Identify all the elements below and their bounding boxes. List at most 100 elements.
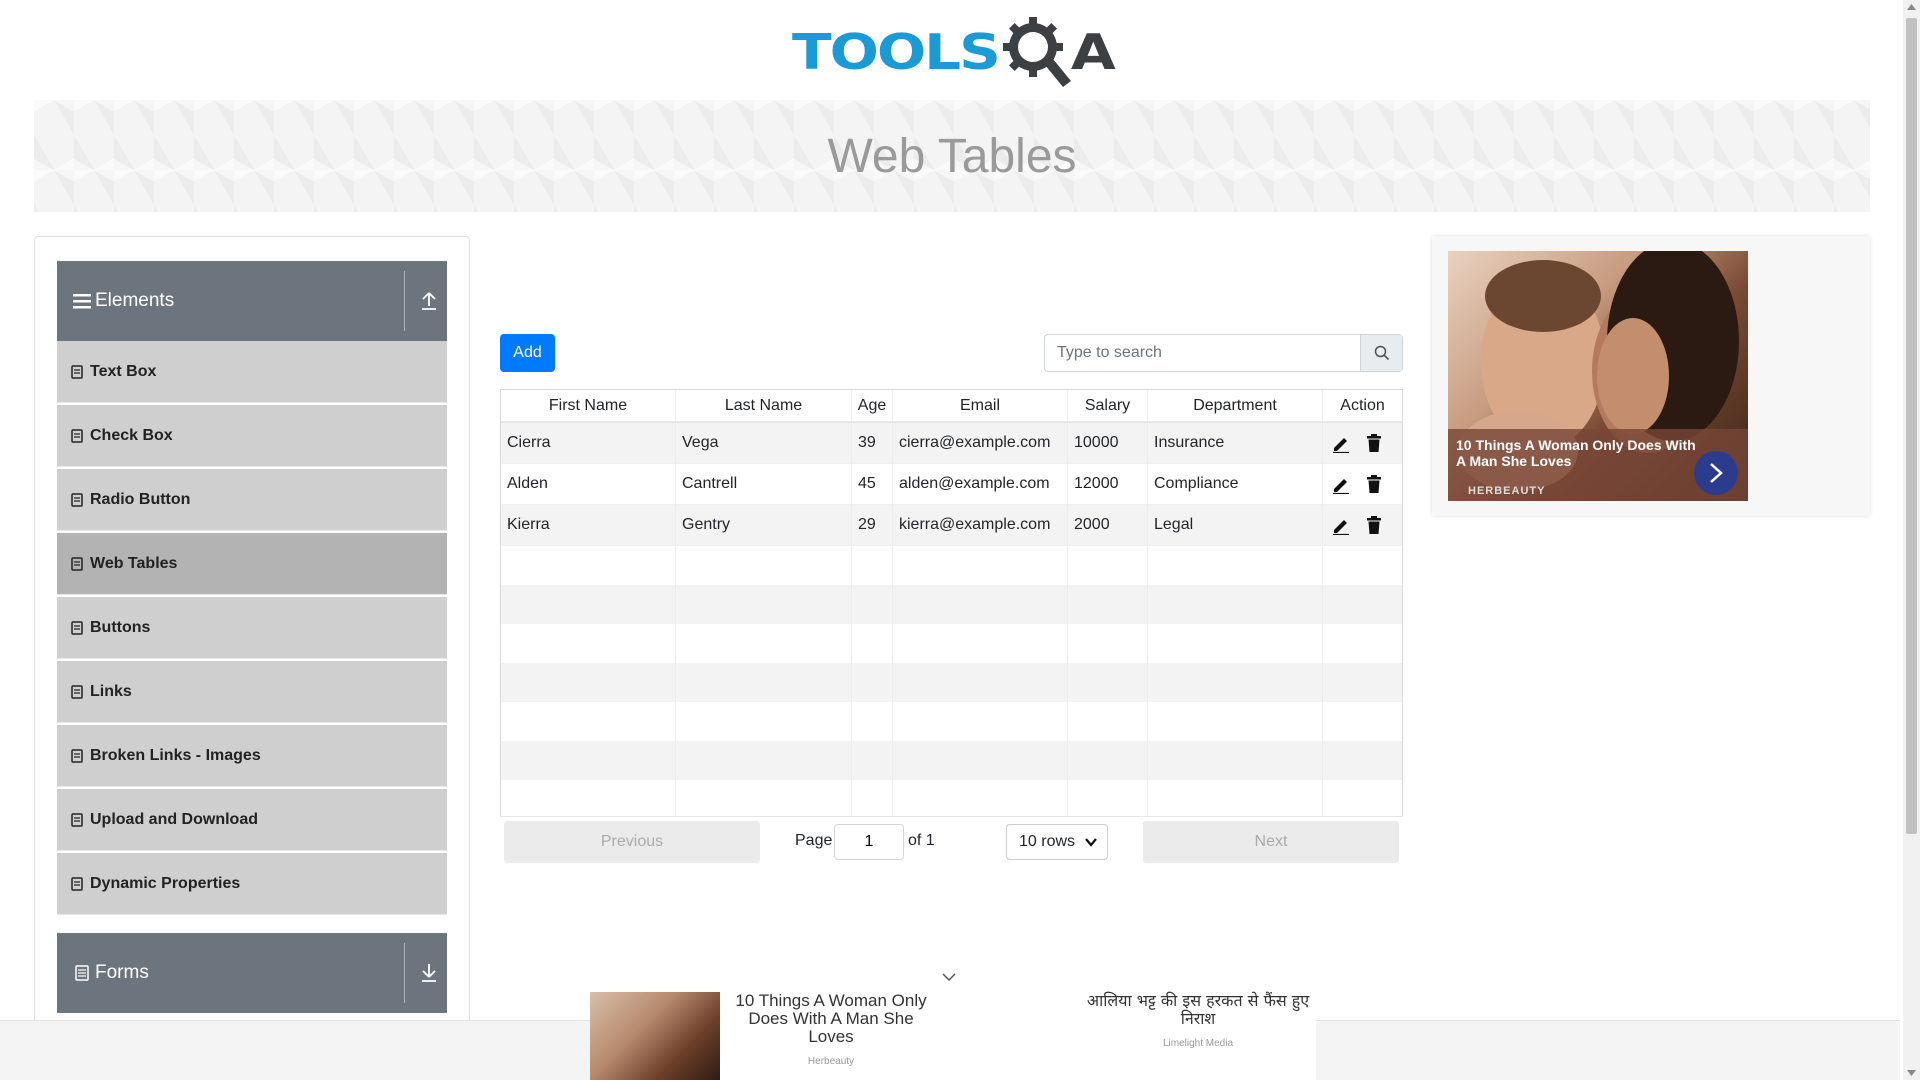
column-header-salary[interactable]: Salary [1068, 390, 1148, 421]
item-icon [71, 556, 83, 571]
upload-arrow-icon[interactable] [419, 289, 439, 311]
sidebar-item-label: Dynamic Properties [90, 874, 241, 892]
cell-department: Legal [1148, 505, 1323, 545]
cell-salary: 12000 [1068, 464, 1148, 504]
sidebar-item-label: Broken Links - Images [90, 746, 261, 764]
sidebar-item-label: Radio Button [90, 490, 191, 508]
sidebar-item-dynamic-properties[interactable]: Dynamic Properties [57, 853, 447, 915]
page-number-input[interactable] [834, 824, 904, 860]
cell-last-name: Gentry [676, 505, 852, 545]
bottom-ad-brand: Herbeauty [807, 1056, 855, 1067]
sidebar-item-label: Buttons [90, 618, 151, 636]
sidebar-item-label: Upload and Download [90, 810, 258, 828]
edit-icon[interactable] [1331, 433, 1351, 453]
sidebar-item-buttons[interactable]: Buttons [57, 597, 447, 659]
scrollbar-thumb[interactable] [1906, 18, 1917, 834]
sidebar-item-broken-links[interactable]: Broken Links - Images [57, 725, 447, 787]
column-header-department[interactable]: Department [1148, 390, 1323, 421]
empty-row [501, 585, 1402, 624]
rows-per-page-select[interactable]: 10 rows [1006, 824, 1108, 860]
column-header-action[interactable]: Action [1323, 390, 1402, 421]
group-header-elements[interactable]: Elements [57, 261, 447, 341]
page-total: of 1 [908, 832, 935, 849]
column-header-last-name[interactable]: Last Name [676, 390, 852, 421]
column-header-first-name[interactable]: First Name [501, 390, 676, 421]
next-button[interactable]: Next [1143, 821, 1399, 863]
delete-icon[interactable] [1365, 515, 1383, 535]
sidebar-item-links[interactable]: Links [57, 661, 447, 723]
column-header-age[interactable]: Age [852, 390, 893, 421]
sidebar-item-radio-button[interactable]: Radio Button [57, 469, 447, 531]
logo-text-a: A [1070, 23, 1116, 81]
sidebar-item-label: Check Box [90, 426, 173, 444]
item-icon [71, 620, 83, 635]
cell-first-name: Cierra [501, 423, 676, 463]
cell-action [1323, 423, 1402, 463]
table-header: First Name Last Name Age Email Salary De… [501, 390, 1402, 423]
rows-select-value: 10 rows [1019, 833, 1076, 850]
group-header-forms[interactable]: Forms [57, 933, 447, 1013]
search-input[interactable] [1045, 335, 1360, 371]
table-row: Kierra Gentry 29 kierra@example.com 2000… [501, 505, 1402, 546]
column-header-email[interactable]: Email [893, 390, 1068, 421]
sidebar-item-upload-download[interactable]: Upload and Download [57, 789, 447, 851]
logo-text-tools: TOOLS [792, 23, 1001, 81]
cell-last-name: Cantrell [676, 464, 852, 504]
page-label: Page [795, 832, 833, 849]
bottom-ad-title-2[interactable]: आलिया भट्ट की इस हरकत से फैंस हुए निराश [1080, 992, 1316, 1028]
pagination-bar: Previous Page of 1 10 rows Next [500, 816, 1403, 866]
cell-first-name: Alden [501, 464, 676, 504]
ad-title: 10 Things A Woman Only Does With A Man S… [1456, 437, 1696, 469]
empty-row [501, 624, 1402, 663]
group-title-elements: Elements [95, 290, 175, 311]
cell-action [1323, 464, 1402, 504]
divider [404, 943, 405, 1003]
search-button[interactable] [1360, 335, 1402, 371]
item-icon [71, 812, 83, 827]
search-icon [1374, 345, 1389, 361]
cell-age: 39 [852, 423, 893, 463]
edit-icon[interactable] [1331, 474, 1351, 494]
edit-icon[interactable] [1331, 515, 1351, 535]
scroll-down-icon[interactable] [1907, 1070, 1916, 1076]
sidebar-item-label: Links [90, 682, 132, 700]
toolsqa-logo[interactable]: TOOLS A [792, 14, 1116, 90]
chevron-down-icon [1085, 838, 1097, 847]
sidebar-item-check-box[interactable]: Check Box [57, 405, 447, 467]
collapse-chevron-icon[interactable] [942, 972, 956, 982]
elements-menu: Text Box Check Box Radio Button Web Tabl… [57, 341, 447, 917]
cell-salary: 2000 [1068, 505, 1148, 545]
gear-magnifier-icon [1002, 17, 1071, 87]
sidebar-item-web-tables[interactable]: Web Tables [57, 533, 447, 595]
bottom-ad-image[interactable] [590, 992, 720, 1080]
scroll-up-icon[interactable] [1907, 4, 1916, 10]
empty-row [501, 702, 1402, 741]
cell-email: kierra@example.com [893, 505, 1068, 545]
hamburger-icon [73, 294, 91, 309]
cell-age: 29 [852, 505, 893, 545]
item-icon [71, 748, 83, 763]
cell-department: Compliance [1148, 464, 1323, 504]
item-icon [71, 364, 83, 379]
ad-next-button[interactable] [1694, 451, 1738, 495]
cell-first-name: Kierra [501, 505, 676, 545]
cell-age: 45 [852, 464, 893, 504]
bottom-ad-brand-2: Limelight Media [1162, 1038, 1234, 1049]
ad-image[interactable]: 10 Things A Woman Only Does With A Man S… [1448, 251, 1748, 501]
add-button[interactable]: Add [500, 334, 555, 372]
sidebar-ad[interactable]: 10 Things A Woman Only Does With A Man S… [1432, 236, 1870, 516]
bottom-ad-title[interactable]: 10 Things A Woman Only Does With A Man S… [726, 992, 936, 1046]
download-arrow-icon[interactable] [419, 961, 439, 983]
table-row: Cierra Vega 39 cierra@example.com 10000 … [501, 423, 1402, 464]
form-icon [75, 965, 89, 981]
empty-row [501, 780, 1402, 819]
previous-button[interactable]: Previous [504, 821, 760, 863]
cell-last-name: Vega [676, 423, 852, 463]
delete-icon[interactable] [1365, 433, 1383, 453]
vertical-scrollbar[interactable] [1903, 0, 1920, 1080]
ad-brand: HERBEAUTY [1468, 485, 1546, 497]
delete-icon[interactable] [1365, 474, 1383, 494]
cell-department: Insurance [1148, 423, 1323, 463]
bottom-ad[interactable]: 10 Things A Woman Only Does With A Man S… [590, 990, 1316, 1080]
sidebar-item-text-box[interactable]: Text Box [57, 341, 447, 403]
